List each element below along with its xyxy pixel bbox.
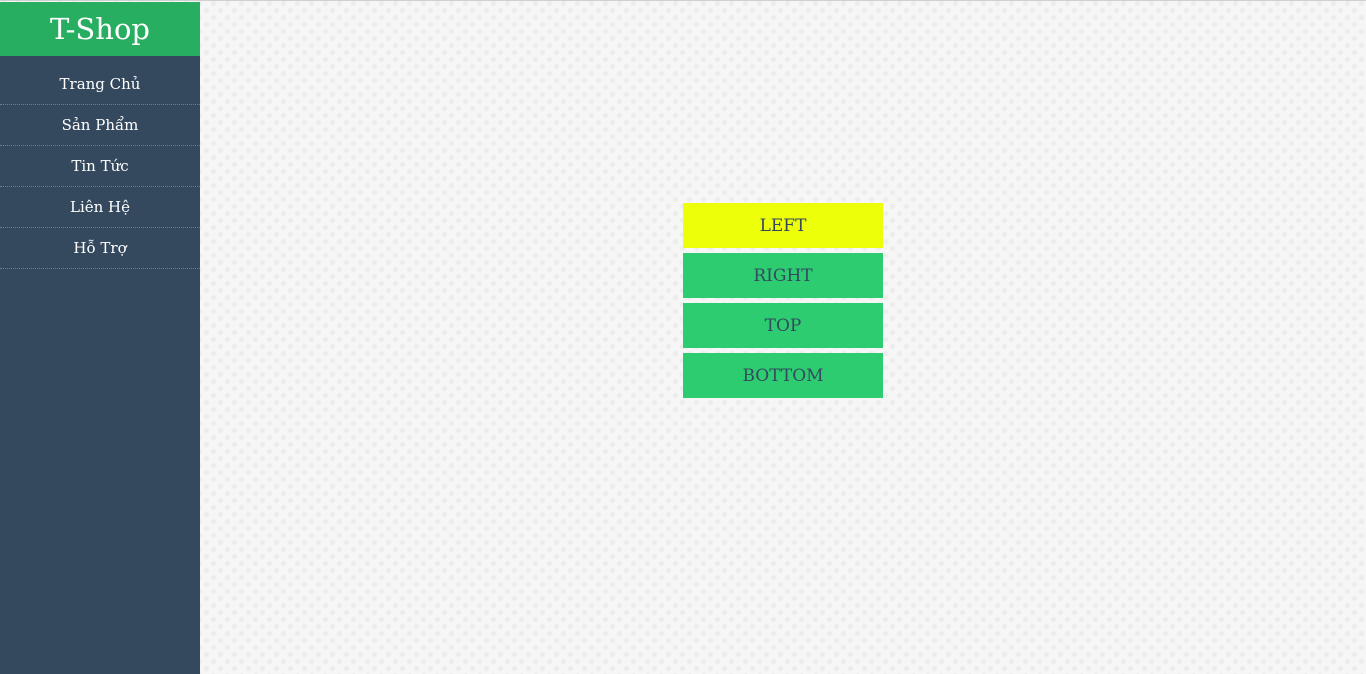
right-button[interactable]: RIGHT xyxy=(683,253,883,298)
sidebar: T-Shop Trang Chủ Sản Phẩm Tin Tức Liên H… xyxy=(0,2,200,674)
sidebar-menu: Trang Chủ Sản Phẩm Tin Tức Liên Hệ Hỗ Tr… xyxy=(0,56,200,269)
sidebar-item-lien-he[interactable]: Liên Hệ xyxy=(0,187,200,228)
sidebar-item-ho-tro[interactable]: Hỗ Trợ xyxy=(0,228,200,269)
sidebar-item-tin-tuc[interactable]: Tin Tức xyxy=(0,146,200,187)
bottom-button[interactable]: BOTTOM xyxy=(683,353,883,398)
sidebar-item-san-pham[interactable]: Sản Phẩm xyxy=(0,105,200,146)
sidebar-item-trang-chu[interactable]: Trang Chủ xyxy=(0,64,200,105)
top-button[interactable]: TOP xyxy=(683,303,883,348)
left-button[interactable]: LEFT xyxy=(683,203,883,248)
direction-button-group: LEFT RIGHT TOP BOTTOM xyxy=(683,203,883,403)
brand-logo[interactable]: T-Shop xyxy=(0,2,200,56)
